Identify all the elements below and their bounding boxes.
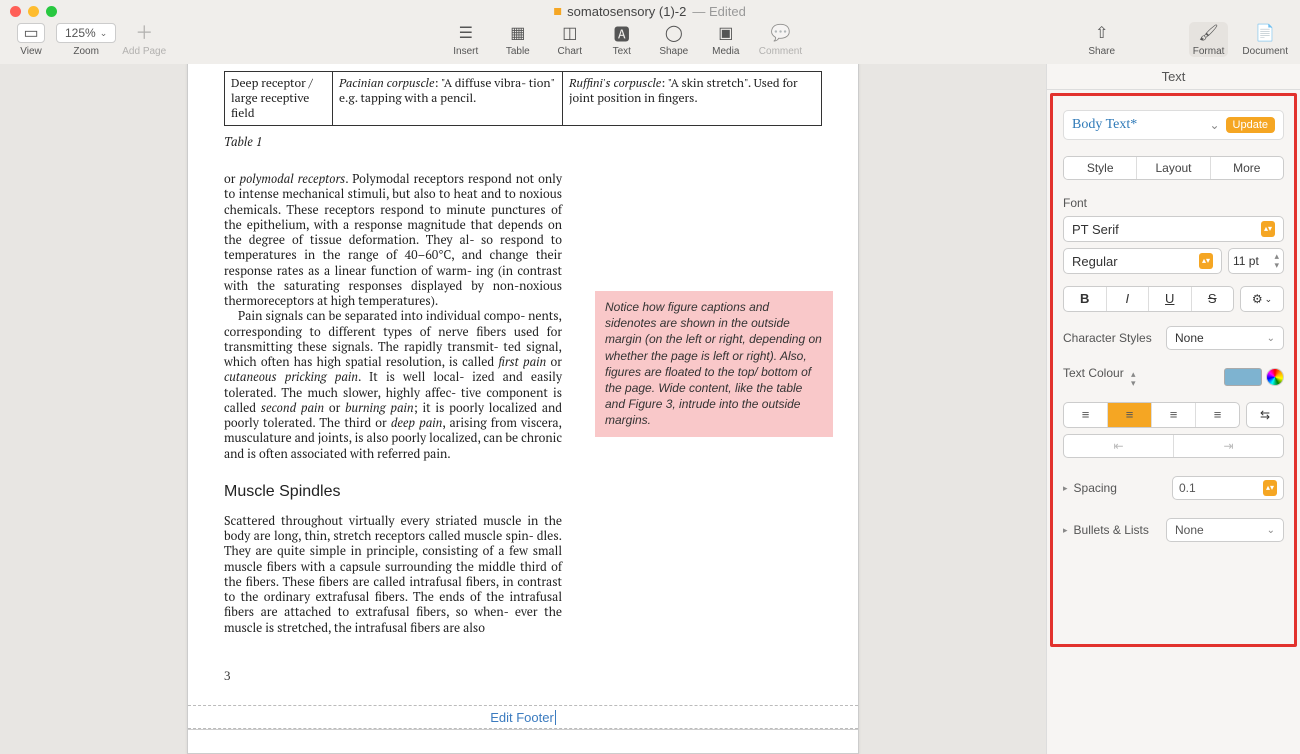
colour-wheel-button[interactable]: [1266, 368, 1284, 386]
underline-button[interactable]: U: [1149, 287, 1192, 311]
document-name: somatosensory (1)-2: [567, 4, 686, 19]
table-cell[interactable]: Deep receptor / large receptive field: [225, 72, 333, 126]
format-inspector: Text Body Text* ⌄ Update Style Layout Mo…: [1046, 64, 1300, 754]
table-button[interactable]: ▦Table: [499, 22, 537, 57]
heading-muscle-spindles[interactable]: Muscle Spindles: [224, 482, 562, 502]
close-window[interactable]: [10, 6, 21, 17]
media-button[interactable]: ▣Media: [707, 22, 745, 57]
insert-button[interactable]: ☰Insert: [447, 22, 485, 57]
document-canvas[interactable]: Deep receptor / large receptive field Pa…: [0, 64, 1046, 754]
unsaved-icon: [554, 8, 561, 15]
page-number: 3: [224, 668, 231, 684]
tab-more[interactable]: More: [1211, 157, 1283, 179]
spacing-label: Spacing: [1074, 481, 1117, 495]
bullets-select[interactable]: None⌄: [1166, 518, 1284, 542]
disclosure-icon[interactable]: ▸: [1063, 525, 1068, 536]
update-style-button[interactable]: Update: [1226, 117, 1275, 133]
table-caption[interactable]: Table 1: [224, 134, 822, 150]
document-button[interactable]: 📄Document: [1242, 22, 1288, 57]
shape-button[interactable]: ◯Shape: [655, 22, 693, 57]
edited-label: — Edited: [692, 4, 745, 19]
bold-button[interactable]: B: [1064, 287, 1107, 311]
page-footer[interactable]: Edit Footer: [188, 705, 858, 729]
strikethrough-button[interactable]: S: [1192, 287, 1234, 311]
tab-layout[interactable]: Layout: [1137, 157, 1210, 179]
text-direction-button[interactable]: ⇆: [1246, 402, 1284, 428]
font-section-label: Font: [1063, 196, 1284, 210]
document-table[interactable]: Deep receptor / large receptive field Pa…: [224, 71, 822, 126]
text-colour-label: Text Colour ▴▾: [1063, 366, 1136, 388]
text-colour-swatch[interactable]: [1224, 368, 1262, 386]
text-button[interactable]: 🅰Text: [603, 22, 641, 57]
paragraph-style-dropdown[interactable]: Body Text* ⌄ Update: [1063, 110, 1284, 140]
increase-indent-button[interactable]: ⇥: [1174, 435, 1283, 457]
inspector-subtabs: Style Layout More: [1063, 156, 1284, 180]
maximize-window[interactable]: [46, 6, 57, 17]
view-button[interactable]: ▭ View: [12, 22, 50, 57]
window-title: somatosensory (1)-2 — Edited: [554, 4, 746, 19]
spacing-input[interactable]: 0.1▴▾: [1172, 476, 1284, 500]
share-button[interactable]: ⇧Share: [1083, 22, 1121, 57]
font-family-select[interactable]: PT Serif▴▾: [1063, 216, 1284, 242]
format-button[interactable]: 🖌Format: [1189, 22, 1229, 57]
body-text[interactable]: or polymodal receptors. Polymodal recept…: [224, 172, 562, 636]
font-weight-select[interactable]: Regular▴▾: [1063, 248, 1222, 274]
char-styles-label: Character Styles: [1063, 331, 1152, 345]
align-right-button[interactable]: ≡: [1152, 403, 1196, 427]
toolbar: ▭ View 125%⌄ Zoom ＋ Add Page ☰Insert ▦Ta…: [0, 22, 1300, 64]
title-bar: somatosensory (1)-2 — Edited: [0, 0, 1300, 22]
inspector-tab-text[interactable]: Text: [1047, 64, 1300, 90]
chart-button[interactable]: ◫Chart: [551, 22, 589, 57]
chevron-down-icon: ⌄: [1209, 118, 1219, 132]
window-controls: [10, 6, 57, 17]
minimize-window[interactable]: [28, 6, 39, 17]
bullets-label: Bullets & Lists: [1074, 523, 1149, 537]
decrease-indent-button[interactable]: ⇤: [1064, 435, 1174, 457]
table-cell[interactable]: Ruffini's corpuscle: "A skin stretch". U…: [563, 72, 822, 126]
zoom-control[interactable]: 125%⌄ Zoom: [56, 22, 116, 57]
page: Deep receptor / large receptive field Pa…: [187, 64, 859, 754]
align-left-button[interactable]: ≡: [1064, 403, 1108, 427]
font-options-button[interactable]: ⚙⌄: [1240, 286, 1284, 312]
sidenote-box[interactable]: Notice how figure captions and sidenotes…: [595, 291, 833, 437]
align-justify-button[interactable]: ≡: [1196, 403, 1239, 427]
table-cell[interactable]: Pacinian corpuscle: "A diffuse vibra- ti…: [333, 72, 563, 126]
comment-button[interactable]: 💬Comment: [759, 22, 802, 57]
align-center-button[interactable]: ≡: [1108, 403, 1152, 427]
tab-style[interactable]: Style: [1064, 157, 1137, 179]
add-page-button[interactable]: ＋ Add Page: [122, 22, 166, 57]
char-styles-select[interactable]: None⌄: [1166, 326, 1284, 350]
italic-button[interactable]: I: [1107, 287, 1150, 311]
disclosure-icon[interactable]: ▸: [1063, 483, 1068, 494]
font-size-input[interactable]: 11 pt▴▾: [1228, 248, 1284, 274]
